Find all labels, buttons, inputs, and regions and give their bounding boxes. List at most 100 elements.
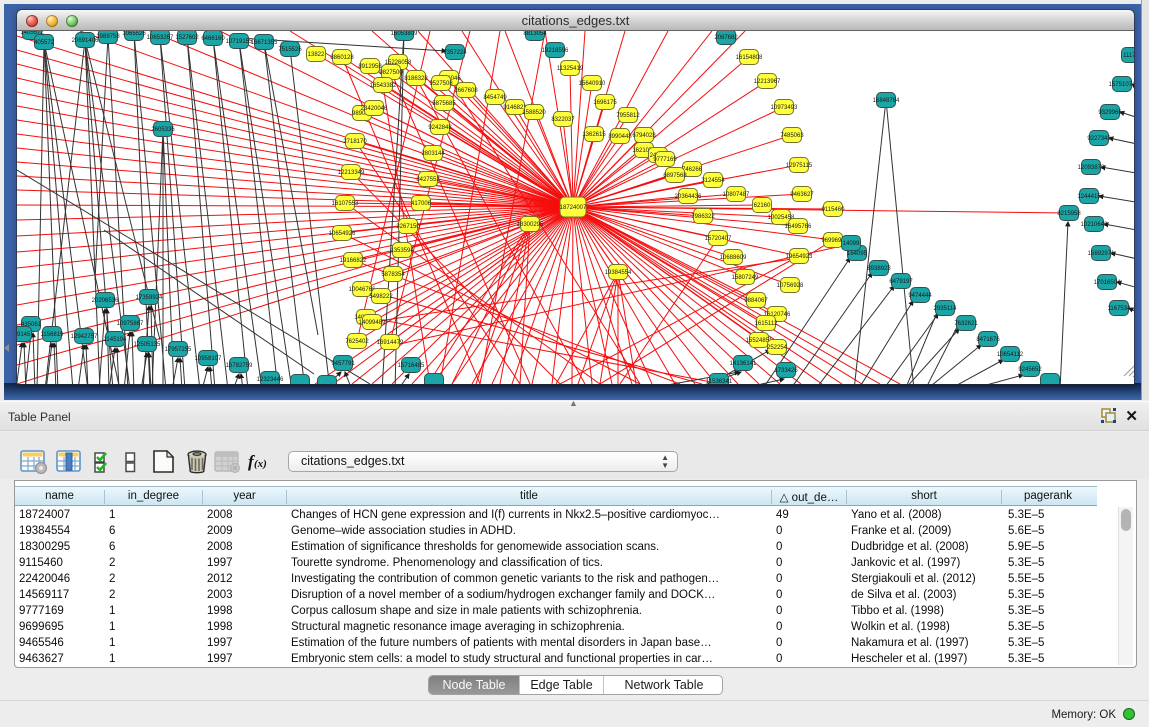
- svg-text:10654112: 10654112: [997, 352, 1024, 358]
- svg-text:10210643: 10210643: [1081, 222, 1108, 228]
- svg-text:9463627: 9463627: [790, 192, 814, 198]
- svg-text:10688609: 10688609: [720, 255, 747, 261]
- svg-text:2803144: 2803144: [421, 151, 445, 157]
- svg-text:12942757: 12942757: [71, 334, 98, 340]
- svg-text:15716485: 15716485: [398, 363, 425, 369]
- svg-text:8186328: 8186328: [404, 76, 428, 82]
- svg-text:9115460: 9115460: [822, 207, 846, 213]
- svg-text:11536341: 11536341: [706, 379, 733, 384]
- svg-text:11178: 11178: [1123, 53, 1134, 59]
- svg-text:1156819: 1156819: [41, 332, 65, 338]
- svg-text:1733426: 1733426: [774, 368, 798, 374]
- svg-text:405572: 405572: [34, 40, 55, 46]
- svg-text:19166822: 19166822: [340, 258, 367, 264]
- svg-text:15807249: 15807249: [732, 275, 759, 281]
- svg-text:15640910: 15640910: [579, 81, 606, 87]
- svg-text:7485063: 7485063: [780, 133, 804, 139]
- svg-text:1615112: 1615112: [755, 321, 779, 327]
- svg-text:23420046: 23420046: [361, 106, 388, 112]
- svg-text:12213349: 12213349: [338, 170, 365, 176]
- svg-text:7986322: 7986322: [691, 214, 715, 220]
- svg-text:17016504: 17016504: [1094, 280, 1121, 286]
- svg-text:9227343: 9227343: [1087, 136, 1111, 142]
- svg-text:7625402: 7625402: [345, 339, 369, 345]
- svg-text:20364436: 20364436: [675, 194, 702, 200]
- svg-text:9245652: 9245652: [1018, 367, 1042, 373]
- svg-text:8215958: 8215958: [1057, 211, 1081, 217]
- svg-text:12975115: 12975115: [786, 163, 813, 169]
- svg-text:1362615: 1362615: [582, 132, 606, 138]
- svg-text:16053809: 16053809: [391, 31, 418, 37]
- svg-text:10654926: 10654926: [329, 231, 356, 237]
- svg-text:1065526: 1065526: [122, 31, 146, 37]
- svg-text:16914479: 16914479: [377, 340, 404, 346]
- svg-text:1244415: 1244415: [1077, 194, 1101, 200]
- svg-text:(x): (x): [254, 458, 267, 470]
- svg-text:19218596: 19218596: [542, 48, 569, 54]
- svg-text:9777169: 9777169: [653, 157, 677, 163]
- svg-text:5878354: 5878354: [381, 272, 405, 278]
- svg-text:9242848: 9242848: [428, 125, 452, 131]
- svg-text:2667608: 2667608: [454, 88, 478, 94]
- svg-text:8322037: 8322037: [551, 117, 575, 123]
- svg-text:16154808: 16154808: [736, 55, 763, 61]
- svg-text:12213967: 12213967: [754, 79, 781, 85]
- svg-text:18724007: 18724007: [560, 205, 587, 211]
- svg-text:5875685: 5875685: [432, 101, 456, 107]
- svg-text:16107553: 16107553: [332, 201, 359, 207]
- svg-text:3267150: 3267150: [396, 224, 420, 230]
- svg-text:16848784: 16848784: [873, 98, 900, 104]
- svg-text:10653267: 10653267: [147, 35, 174, 41]
- svg-text:17359924: 17359924: [136, 295, 163, 301]
- svg-text:1989758: 1989758: [96, 34, 120, 40]
- svg-text:14099489: 14099489: [359, 320, 386, 326]
- svg-text:20691406: 20691406: [72, 38, 99, 44]
- svg-text:2605336: 2605336: [151, 127, 175, 133]
- svg-text:8990448: 8990448: [608, 134, 632, 140]
- svg-text:39145: 39145: [17, 332, 31, 338]
- svg-text:14099: 14099: [843, 241, 860, 247]
- svg-text:1353594: 1353594: [390, 248, 414, 254]
- svg-text:10973493: 10973493: [771, 105, 798, 111]
- svg-text:1167534: 1167534: [1108, 306, 1132, 312]
- svg-text:15692971: 15692971: [1088, 251, 1115, 257]
- svg-text:9884067: 9884067: [744, 298, 768, 304]
- svg-text:8471676: 8471676: [976, 337, 1000, 343]
- svg-text:15751074: 15751074: [1109, 82, 1134, 88]
- svg-text:12505135: 12505135: [134, 342, 161, 348]
- svg-text:1527602: 1527602: [175, 35, 199, 41]
- svg-text:14136141: 14136141: [730, 361, 757, 367]
- svg-text:1145194: 1145194: [104, 337, 128, 343]
- svg-text:10756928: 10756928: [777, 283, 804, 289]
- svg-text:8860128: 8860128: [330, 55, 354, 61]
- svg-text:6794028: 6794028: [632, 133, 656, 139]
- svg-text:16495766: 16495766: [785, 224, 812, 230]
- svg-text:15720407: 15720407: [705, 236, 732, 242]
- svg-text:10719155: 10719155: [226, 39, 253, 45]
- svg-text:18300295: 18300295: [517, 222, 544, 228]
- svg-text:19654923: 19654923: [786, 254, 813, 260]
- svg-text:2935114: 2935114: [934, 306, 958, 312]
- svg-text:11325419: 11325419: [557, 66, 584, 72]
- svg-text:2087682: 2087682: [714, 35, 738, 41]
- svg-text:16543382: 16543382: [370, 83, 397, 89]
- svg-text:7357224: 7357224: [443, 50, 467, 56]
- svg-text:1696175: 1696175: [593, 100, 617, 106]
- svg-text:10807487: 10807487: [723, 192, 750, 198]
- svg-text:3124554: 3124554: [701, 178, 725, 184]
- svg-text:19384554: 19384554: [605, 270, 632, 276]
- svg-text:8813054: 8813054: [523, 31, 547, 37]
- svg-text:16671355: 16671355: [251, 40, 278, 46]
- svg-text:62160: 62160: [754, 203, 771, 209]
- svg-text:8938923: 8938923: [867, 266, 891, 272]
- svg-text:20206536: 20206536: [92, 298, 119, 304]
- svg-text:10975867: 10975867: [117, 321, 144, 327]
- svg-text:6479197: 6479197: [889, 279, 913, 285]
- svg-text:417006: 417006: [411, 201, 432, 207]
- svg-text:8427552: 8427552: [416, 177, 440, 183]
- svg-text:9527508: 9527508: [429, 81, 453, 87]
- svg-text:2718170: 2718170: [343, 139, 367, 145]
- svg-text:13822: 13822: [308, 52, 325, 58]
- svg-text:10958107: 10958107: [195, 356, 222, 362]
- svg-text:6466160: 6466160: [201, 36, 225, 42]
